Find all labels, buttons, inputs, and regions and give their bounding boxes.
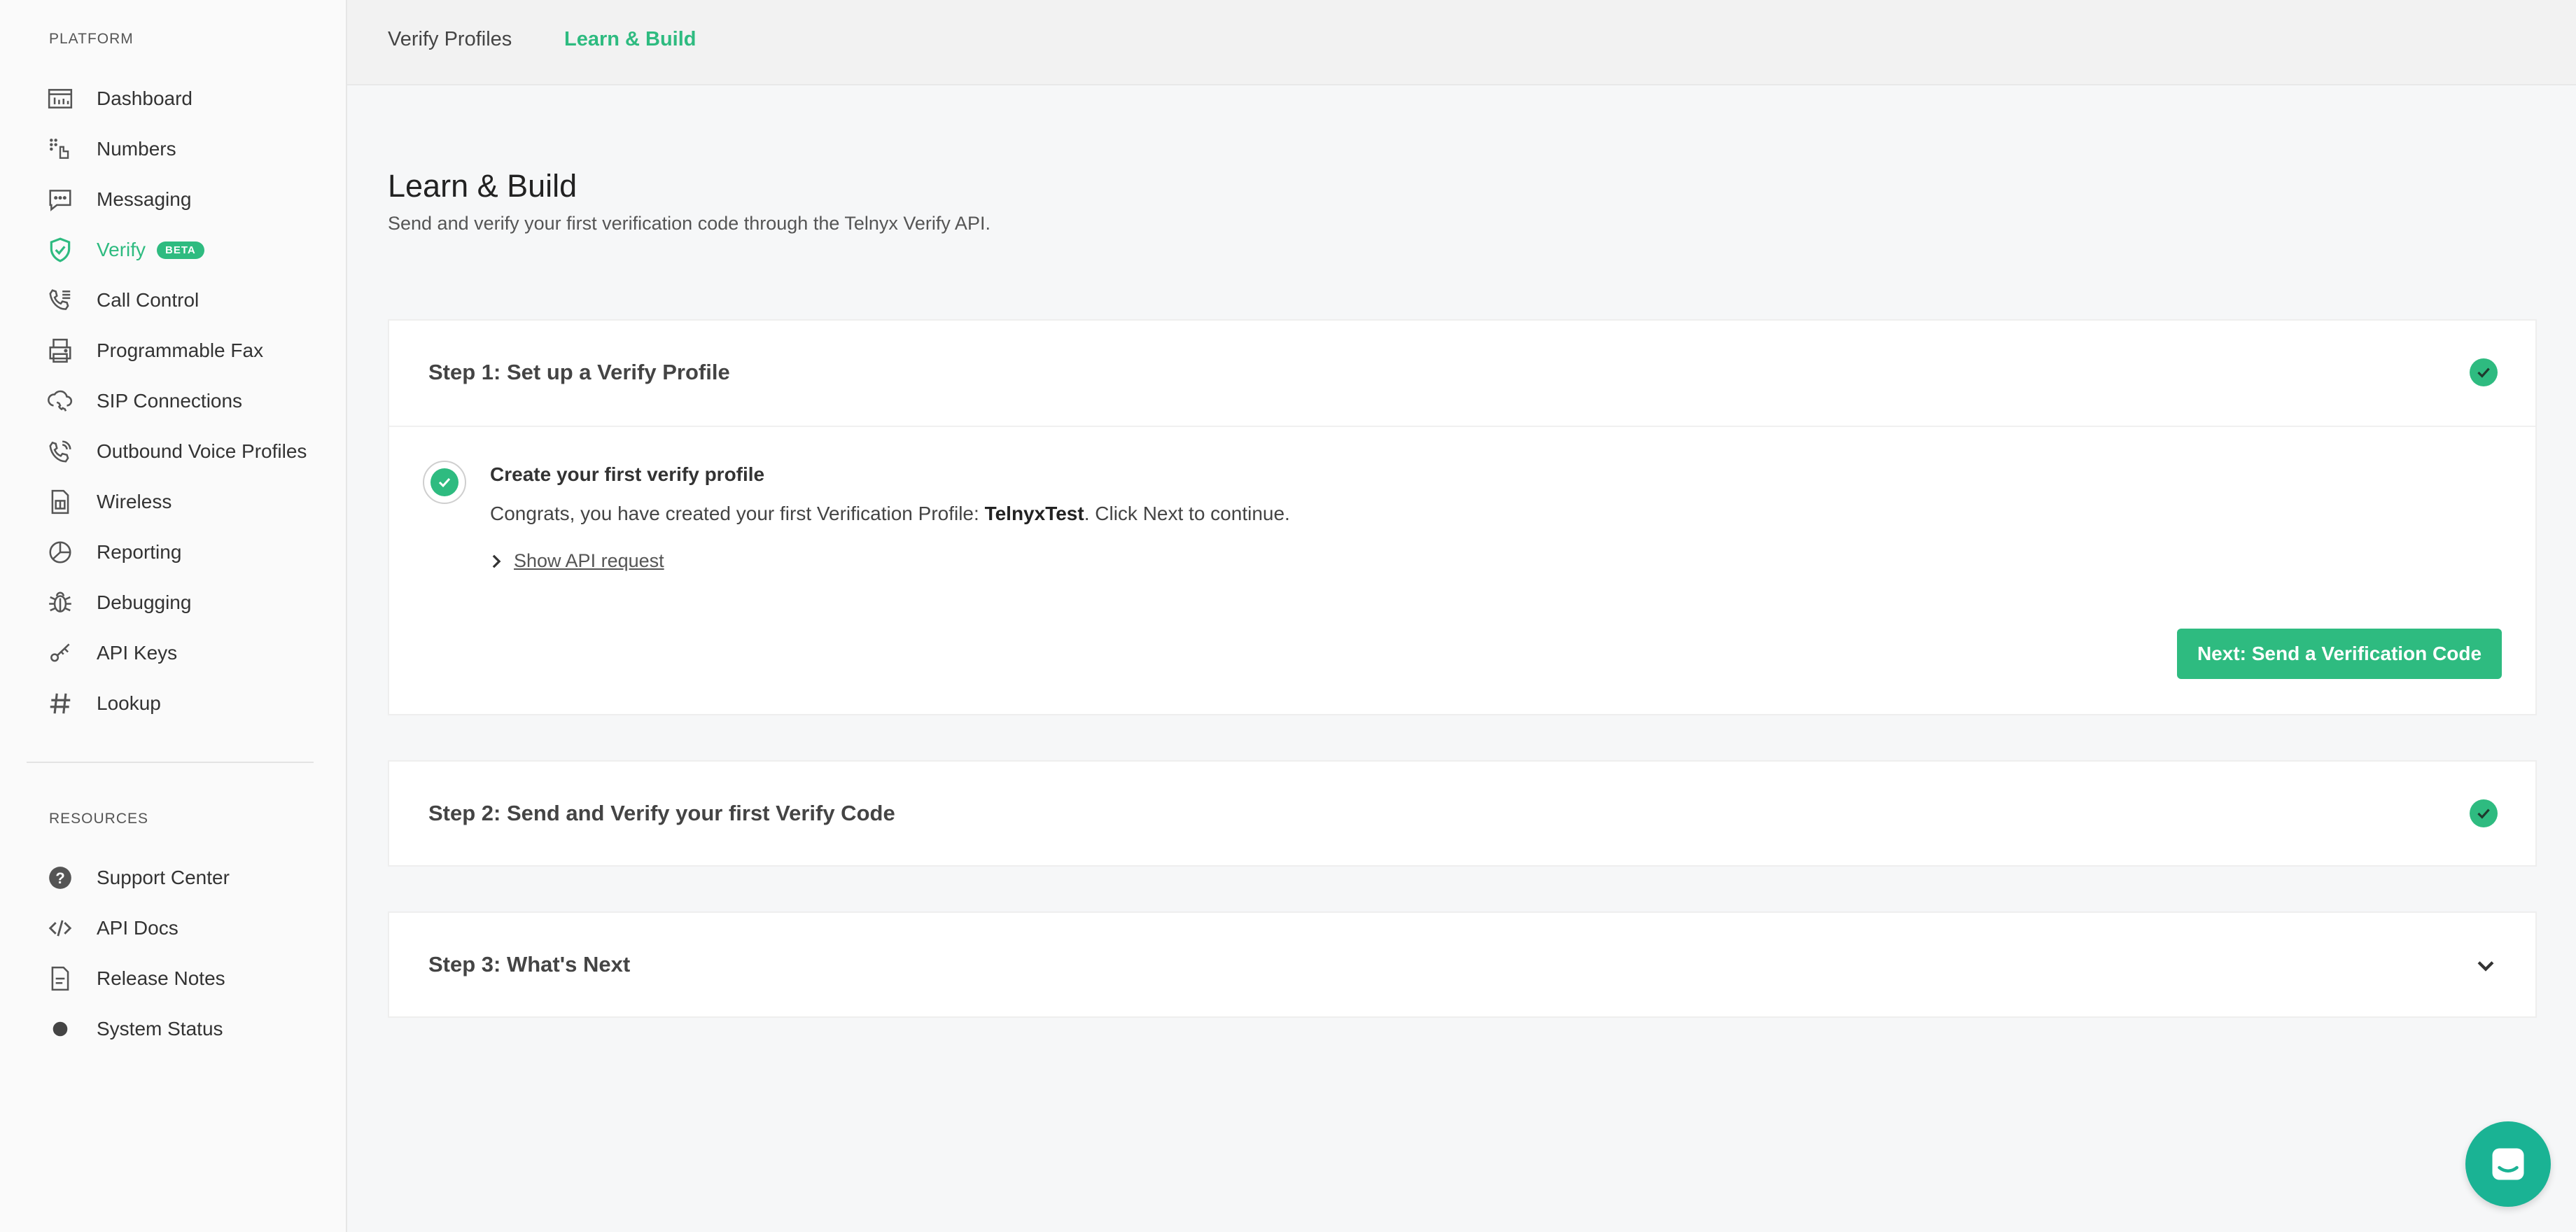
page-subtitle: Send and verify your first verification … <box>388 213 990 234</box>
numbers-icon <box>45 134 76 164</box>
step-2-card[interactable]: Step 2: Send and Verify your first Verif… <box>388 760 2537 867</box>
document-icon <box>45 963 76 994</box>
sidebar: PLATFORM Dashboard Numbers Messaging Ver… <box>0 0 347 1232</box>
verify-shield-icon <box>45 234 76 265</box>
sidebar-item-api-keys[interactable]: API Keys <box>45 632 177 674</box>
svg-text:?: ? <box>55 869 65 887</box>
step-3-title[interactable]: Step 3: What's Next <box>428 952 630 977</box>
support-question-icon: ? <box>45 862 76 893</box>
step-2-title[interactable]: Step 2: Send and Verify your first Verif… <box>428 801 895 826</box>
sidebar-item-label: Debugging <box>97 592 192 613</box>
sidebar-item-reporting[interactable]: Reporting <box>45 531 181 573</box>
verify-profile-name: TelnyxTest <box>984 503 1084 524</box>
sidebar-item-label: Messaging <box>97 188 192 210</box>
sidebar-item-api-docs[interactable]: API Docs <box>45 907 178 949</box>
sidebar-item-lookup[interactable]: Lookup <box>45 682 161 724</box>
check-circle-icon <box>2470 799 2498 827</box>
show-api-request-label: Show API request <box>514 550 664 571</box>
top-tab-bar: Verify Profiles Learn & Build <box>347 0 2576 85</box>
sidebar-divider <box>27 762 314 763</box>
step-1-body: Create your first verify profile Congrat… <box>389 426 2535 714</box>
step-1-card: Step 1: Set up a Verify Profile Create y… <box>388 319 2537 715</box>
sidebar-item-programmable-fax[interactable]: Programmable Fax <box>45 330 263 372</box>
chevron-right-icon <box>492 554 501 568</box>
substep-text-before: Congrats, you have created your first Ve… <box>490 503 985 524</box>
debugging-bug-icon <box>45 587 76 618</box>
sidebar-item-label: System Status <box>97 1018 223 1040</box>
substep-text-after: . Click Next to continue. <box>1084 503 1290 524</box>
tab-verify-profiles[interactable]: Verify Profiles <box>388 28 512 51</box>
sidebar-item-system-status[interactable]: System Status <box>45 1008 223 1050</box>
step-1-title[interactable]: Step 1: Set up a Verify Profile <box>428 360 730 385</box>
sidebar-item-label: Dashboard <box>97 88 192 109</box>
sidebar-item-label: API Keys <box>97 642 178 664</box>
sidebar-item-support-center[interactable]: ? Support Center <box>45 857 230 899</box>
sidebar-item-wireless[interactable]: Wireless <box>45 481 172 523</box>
sidebar-item-numbers[interactable]: Numbers <box>45 128 176 170</box>
sidebar-item-sip-connections[interactable]: SIP Connections <box>45 380 242 422</box>
sidebar-item-label: Release Notes <box>97 967 225 989</box>
sidebar-item-label: Lookup <box>97 692 161 714</box>
next-send-verification-code-button[interactable]: Next: Send a Verification Code <box>2177 629 2502 679</box>
sidebar-item-label: Numbers <box>97 138 176 160</box>
call-control-icon <box>45 285 76 316</box>
step-3-card[interactable]: Step 3: What's Next <box>388 911 2537 1018</box>
sidebar-item-label: Programmable Fax <box>97 340 264 361</box>
show-api-request-toggle[interactable]: Show API request <box>490 550 664 572</box>
status-dot-icon <box>45 1014 76 1044</box>
outbound-voice-icon <box>45 436 76 467</box>
sidebar-item-label: API Docs <box>97 917 178 939</box>
sidebar-item-label: Call Control <box>97 289 200 311</box>
lookup-hash-icon <box>45 688 76 719</box>
sidebar-item-label: Verify <box>97 239 146 260</box>
sidebar-item-debugging[interactable]: Debugging <box>45 582 191 624</box>
tab-learn-build[interactable]: Learn & Build <box>564 28 696 51</box>
page-title: Learn & Build <box>388 168 578 204</box>
api-keys-icon <box>45 638 76 668</box>
chat-support-button[interactable] <box>2465 1121 2551 1207</box>
sip-connections-icon <box>45 386 76 416</box>
reporting-pie-icon <box>45 537 76 568</box>
messaging-icon <box>45 184 76 215</box>
chat-icon <box>2492 1148 2524 1180</box>
sidebar-item-label: Outbound Voice Profiles <box>97 440 307 462</box>
sidebar-item-label: Support Center <box>97 867 230 888</box>
beta-badge: BETA <box>157 241 204 259</box>
check-circle-icon <box>2470 358 2498 386</box>
sidebar-item-label: Reporting <box>97 541 182 563</box>
resources-section-title: RESOURCES <box>49 811 149 827</box>
sidebar-item-release-notes[interactable]: Release Notes <box>45 958 225 1000</box>
substep-complete-icon <box>423 461 466 504</box>
fax-icon <box>45 335 76 366</box>
sidebar-item-outbound-voice-profiles[interactable]: Outbound Voice Profiles <box>45 430 307 472</box>
code-icon <box>45 913 76 944</box>
sidebar-item-label: Wireless <box>97 491 172 512</box>
dashboard-icon <box>45 83 76 114</box>
sidebar-item-messaging[interactable]: Messaging <box>45 178 191 220</box>
wireless-sim-icon <box>45 486 76 517</box>
substep-title: Create your first verify profile <box>490 463 765 485</box>
platform-section-title: PLATFORM <box>49 31 134 47</box>
sidebar-item-verify[interactable]: Verify BETA <box>45 229 204 271</box>
chevron-down-icon[interactable] <box>2474 953 2498 977</box>
substep-description: Congrats, you have created your first Ve… <box>490 503 1290 525</box>
sidebar-item-call-control[interactable]: Call Control <box>45 279 199 321</box>
sidebar-item-label: SIP Connections <box>97 390 243 412</box>
sidebar-item-dashboard[interactable]: Dashboard <box>45 78 192 120</box>
